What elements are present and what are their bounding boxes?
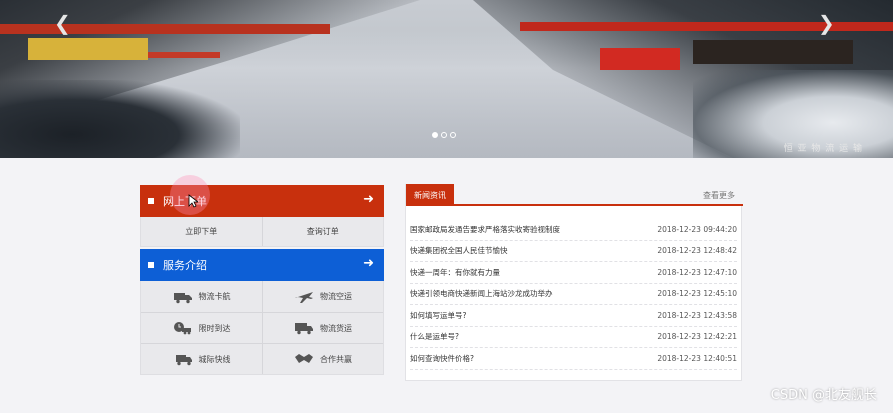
banner-cars-left [0, 80, 240, 158]
truck-stripe-right [520, 22, 893, 31]
banner-dot-2[interactable] [441, 132, 447, 138]
news-title: 国家邮政局发通告要求严格落实收寄验视制度 [410, 224, 560, 234]
news-title: 什么是运单号? [410, 332, 459, 342]
news-item[interactable]: 快递集团祝全国人民佳节愉快 2018-12-23 12:48:42 [410, 241, 737, 262]
news-title: 快递一周年：有你就有力量 [410, 267, 500, 277]
news-date: 2018-12-23 09:44:20 [657, 224, 737, 234]
service-item-air[interactable]: 物流空运 [262, 281, 383, 312]
news-date: 2018-12-23 12:45:10 [657, 289, 737, 299]
service-label: 物流空运 [320, 292, 352, 301]
news-item[interactable]: 国家邮政局发通告要求严格落实收寄验视制度 2018-12-23 09:44:20 [410, 219, 737, 241]
arrow-right-icon: ➜ [363, 256, 374, 271]
service-label: 合作共赢 [320, 354, 352, 364]
banner-dot-1[interactable] [432, 132, 438, 138]
services-panel: 服务介绍 ➜ 物流卡航 物流空运 限时到达 物流货运 城际快线 合作共赢 [140, 249, 384, 375]
truck-stripe-left [0, 24, 330, 34]
news-item[interactable]: 如何填写运单号? 2018-12-23 12:43:58 [410, 305, 737, 327]
news-title: 如何填写运单号? [410, 310, 467, 320]
truck-sign-right [693, 40, 853, 64]
service-item-timed[interactable]: 限时到达 [141, 312, 262, 343]
service-item-cargo[interactable]: 物流货运 [262, 312, 383, 343]
query-order-button[interactable]: 查询订单 [261, 217, 384, 246]
place-order-button[interactable]: 立即下单 [141, 217, 262, 246]
square-bullet-icon [148, 198, 154, 204]
service-item-truck[interactable]: 物流卡航 [141, 281, 262, 312]
square-bullet-icon [148, 262, 154, 268]
order-actions: 立即下单 查询订单 [140, 217, 384, 247]
banner-dot-3[interactable] [450, 132, 456, 138]
news-tab[interactable]: 新闻资讯 [406, 184, 454, 206]
cargo-truck-icon [295, 323, 313, 335]
news-more-link[interactable]: 查看更多 [703, 190, 735, 201]
services-grid: 物流卡航 物流空运 限时到达 物流货运 城际快线 合作共赢 [140, 281, 384, 375]
arrow-right-icon: ➜ [363, 192, 374, 207]
airplane-icon [295, 291, 313, 303]
mouse-cursor-icon [188, 194, 198, 208]
news-item[interactable]: 快递一周年：有你就有力量 2018-12-23 12:47:10 [410, 262, 737, 284]
chevron-right-icon: ❯ [818, 11, 835, 35]
news-date: 2018-12-23 12:42:21 [657, 332, 737, 342]
news-title: 快递引领电商快递新闻上海站沙龙成功举办 [410, 289, 553, 299]
hero-banner: 恒 亚 物 流 运 输 ❮ ❯ [0, 0, 893, 158]
news-title: 如何查询快件价格? [410, 353, 474, 363]
services-title: 服务介绍 [163, 259, 207, 272]
news-item[interactable]: 如何查询快件价格? 2018-12-23 12:40:51 [410, 348, 737, 370]
news-item[interactable]: 什么是运单号? 2018-12-23 12:42:21 [410, 327, 737, 348]
service-label: 物流卡航 [198, 292, 231, 301]
truck-cab-right [600, 48, 680, 70]
news-panel: 新闻资讯 查看更多 国家邮政局发通告要求严格落实收寄验视制度 2018-12-23… [405, 184, 743, 381]
service-item-express[interactable]: 城际快线 [141, 343, 262, 374]
handshake-icon [295, 354, 313, 363]
truck-sign-left [28, 38, 148, 60]
news-item[interactable]: 快递引领电商快递新闻上海站沙龙成功举办 2018-12-23 12:45:10 [410, 284, 737, 305]
clock-truck-icon [173, 322, 191, 335]
service-label: 城际快线 [198, 354, 231, 364]
news-date: 2018-12-23 12:48:42 [657, 246, 737, 256]
chevron-left-icon: ❮ [54, 11, 71, 35]
truck-icon [173, 292, 192, 303]
banner-next-button[interactable]: ❯ [818, 11, 835, 35]
news-header: 新闻资讯 查看更多 [406, 184, 743, 206]
services-header[interactable]: 服务介绍 ➜ [140, 249, 384, 281]
watermark-text: CSDN @北友舰长 [770, 388, 877, 403]
service-label: 限时到达 [198, 323, 231, 333]
news-title: 快递集团祝全国人民佳节愉快 [410, 246, 508, 256]
service-item-partner[interactable]: 合作共赢 [262, 343, 383, 374]
service-label: 物流货运 [320, 323, 352, 333]
fast-truck-icon [175, 355, 192, 366]
news-list: 国家邮政局发通告要求严格落实收寄验视制度 2018-12-23 09:44:20 … [410, 219, 737, 370]
banner-caption: 恒 亚 物 流 运 输 [783, 144, 863, 154]
news-date: 2018-12-23 12:40:51 [657, 353, 737, 363]
banner-dots [432, 132, 456, 138]
news-date: 2018-12-23 12:47:10 [657, 267, 737, 277]
banner-prev-button[interactable]: ❮ [54, 11, 71, 35]
news-date: 2018-12-23 12:43:58 [657, 310, 737, 320]
